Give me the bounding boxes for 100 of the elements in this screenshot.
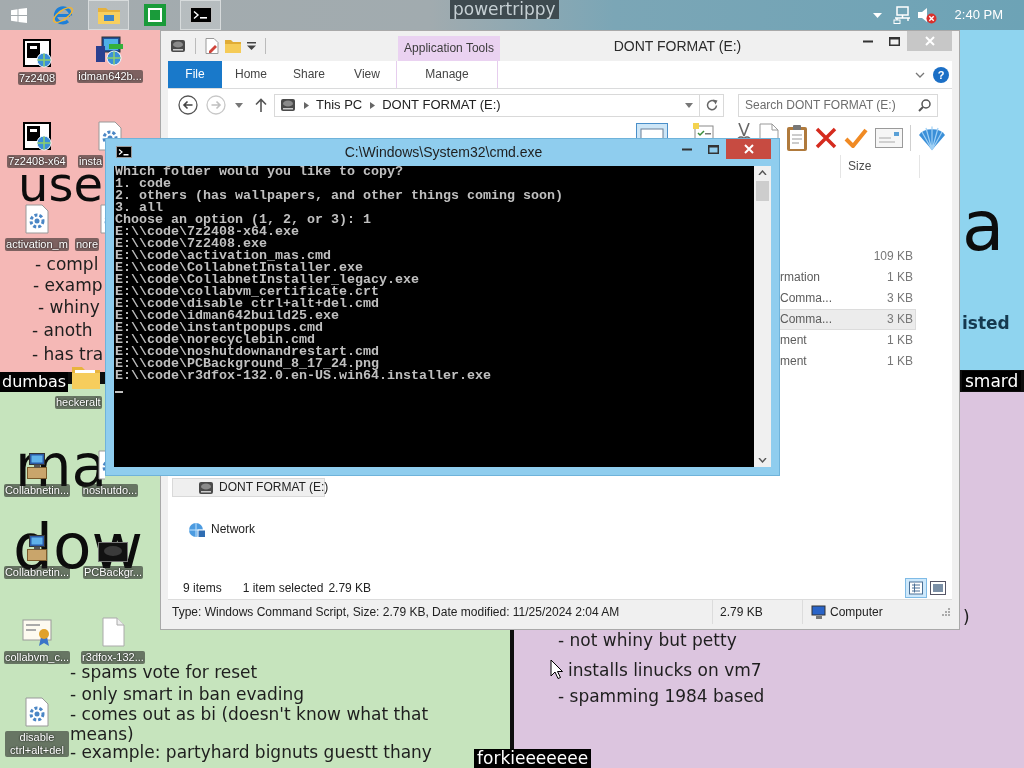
file-size-cell: 3 KB xyxy=(887,291,913,306)
computer-icon xyxy=(810,604,826,620)
back-icon xyxy=(178,95,198,115)
console-line: E:\\code\collabvm_certificate.crt xyxy=(115,286,379,298)
wallpaper-text: - compl xyxy=(35,254,99,274)
file-size-cell: 109 KB xyxy=(873,249,913,264)
monitor-globe-icon[interactable] xyxy=(95,36,125,66)
wallpaper-text: - example: partyhard bignuts guestt thany xyxy=(70,742,432,762)
console-line: E:\\code\noshutdownandrestart.cmd xyxy=(115,346,380,358)
close-icon xyxy=(743,144,754,154)
taskbar-button[interactable] xyxy=(180,0,221,30)
help-button[interactable]: ? xyxy=(933,66,949,83)
file-row[interactable]: rmation 1 KB xyxy=(780,267,916,288)
wallpaper-label: dumbas xyxy=(0,372,69,392)
refresh-button[interactable] xyxy=(700,93,724,117)
icon-label[interactable]: activation_m xyxy=(5,238,69,251)
tiles-view-icon[interactable] xyxy=(930,581,946,595)
file-row[interactable]: ment 1 KB xyxy=(780,330,916,351)
close-button[interactable] xyxy=(726,139,771,159)
window-title: C:\Windows\System32\cmd.exe xyxy=(343,143,544,162)
file-row[interactable]: 109 KB xyxy=(780,246,916,267)
icon-label[interactable]: r3dfox-132... xyxy=(81,651,145,664)
console-line: E:\\code\PCBackground_8_17_24.png xyxy=(115,358,379,370)
caret-down-icon[interactable] xyxy=(685,102,693,108)
maximize-icon xyxy=(888,37,900,46)
checkmark-icon[interactable] xyxy=(844,127,868,149)
file-row[interactable]: Comma... 3 KB xyxy=(780,309,916,330)
network-icon xyxy=(188,521,206,538)
wallpaper-label: forkieeeeeee xyxy=(474,749,592,768)
drive-icon[interactable] xyxy=(170,38,186,54)
console-line: E:\\code\CollabnetInstaller_legacy.exe xyxy=(115,274,420,286)
scroll-down-icon[interactable] xyxy=(758,458,767,463)
wallpaper-label: powertrippy xyxy=(450,0,559,19)
panel-icon[interactable] xyxy=(636,123,668,138)
icon-label[interactable]: 7z2408 xyxy=(17,72,57,85)
wallpaper-text: - whiny xyxy=(38,297,100,317)
details-view-icon[interactable] xyxy=(905,578,927,598)
wallpaper-text: - spamming 1984 based xyxy=(558,686,765,706)
checklist-icon[interactable] xyxy=(693,123,715,138)
nav-item[interactable]: Network xyxy=(172,520,325,539)
ribbon-tab[interactable]: File xyxy=(168,61,222,88)
recent-locations-button[interactable] xyxy=(235,102,243,108)
file-size-cell: 1 KB xyxy=(887,270,913,285)
ribbon-tab[interactable]: Home xyxy=(222,61,280,88)
icon-label[interactable]: collabvm_c... xyxy=(3,651,71,664)
file-type-cell: Comma... xyxy=(780,291,832,306)
address-segment[interactable]: DONT FORMAT (E:) xyxy=(382,97,501,113)
console-line: 2. others (has wallpapers, and other things coming soon) xyxy=(115,190,564,202)
console-line: Choose an option (1, 2, or 3): 1 xyxy=(115,214,372,226)
tile-globe-icon[interactable] xyxy=(22,38,52,68)
chevron-right-icon xyxy=(304,101,309,109)
resize-grip-icon[interactable] xyxy=(942,608,950,616)
ribbon-tab[interactable]: View xyxy=(338,61,396,88)
speaker-muted-icon[interactable] xyxy=(916,6,937,24)
address-segment[interactable]: This PC xyxy=(316,97,363,113)
console-line: E:\\code\CollabnetInstaller.exe xyxy=(115,262,363,274)
wallpaper-text: - only smart in ban evading xyxy=(70,684,305,704)
icon-label[interactable]: idman642b... xyxy=(77,70,143,83)
search-field[interactable]: Search DONT FORMAT (E:) xyxy=(738,93,938,117)
computer-box-icon[interactable] xyxy=(26,452,48,480)
up-button[interactable] xyxy=(255,98,267,112)
square-frame-icon xyxy=(143,4,166,26)
icon-label[interactable]: disable ctrl+alt+del xyxy=(5,731,69,757)
scroll-thumb[interactable] xyxy=(756,181,769,201)
chevron-down-icon[interactable] xyxy=(915,71,925,78)
file-type-cell: Comma... xyxy=(780,312,832,327)
file-row[interactable]: Comma... 3 KB xyxy=(780,288,916,309)
tile-globe-icon[interactable] xyxy=(22,121,52,151)
icon-label[interactable]: heckeralt xyxy=(55,396,102,409)
certificate-icon[interactable] xyxy=(22,617,52,647)
scissors-icon[interactable] xyxy=(736,123,752,138)
ribbon-tab[interactable]: Share xyxy=(280,61,338,88)
file-size-cell: 1 KB xyxy=(887,354,913,369)
card-icon[interactable] xyxy=(875,128,903,148)
file-row[interactable]: ment 1 KB xyxy=(780,351,916,372)
shell-icon[interactable] xyxy=(918,125,946,151)
chevron-right-icon xyxy=(370,101,376,109)
cross-icon[interactable] xyxy=(815,127,837,149)
network-monitor-icon[interactable] xyxy=(892,6,911,24)
folder-icon xyxy=(96,5,121,25)
forward-icon xyxy=(206,95,226,115)
ribbon-tab[interactable]: Manage xyxy=(396,61,498,88)
column-header[interactable]: Size xyxy=(840,155,920,178)
dropdown-icon[interactable] xyxy=(247,42,256,50)
file-size-cell: 1 KB xyxy=(887,333,913,348)
icon-label[interactable]: 7z2408-x64 xyxy=(7,155,67,168)
file-type-cell: ment xyxy=(780,333,807,348)
address-field[interactable]: This PC DONT FORMAT (E:) xyxy=(274,93,700,117)
caret-down-icon[interactable] xyxy=(872,12,882,18)
console-line: E:\\code\idman642build25.exe xyxy=(115,310,340,322)
refresh-icon xyxy=(704,98,719,112)
clipboard-icon[interactable] xyxy=(786,124,808,152)
scroll-up-icon[interactable] xyxy=(758,170,767,175)
icon-label[interactable]: nore xyxy=(75,238,100,251)
back-button[interactable] xyxy=(178,95,198,115)
wallpaper-text: - has tra xyxy=(32,344,104,364)
scrollbar[interactable] xyxy=(754,166,771,467)
icon-label[interactable]: insta xyxy=(78,155,104,168)
console-icon xyxy=(116,146,132,158)
document-edit-icon[interactable] xyxy=(205,38,219,54)
